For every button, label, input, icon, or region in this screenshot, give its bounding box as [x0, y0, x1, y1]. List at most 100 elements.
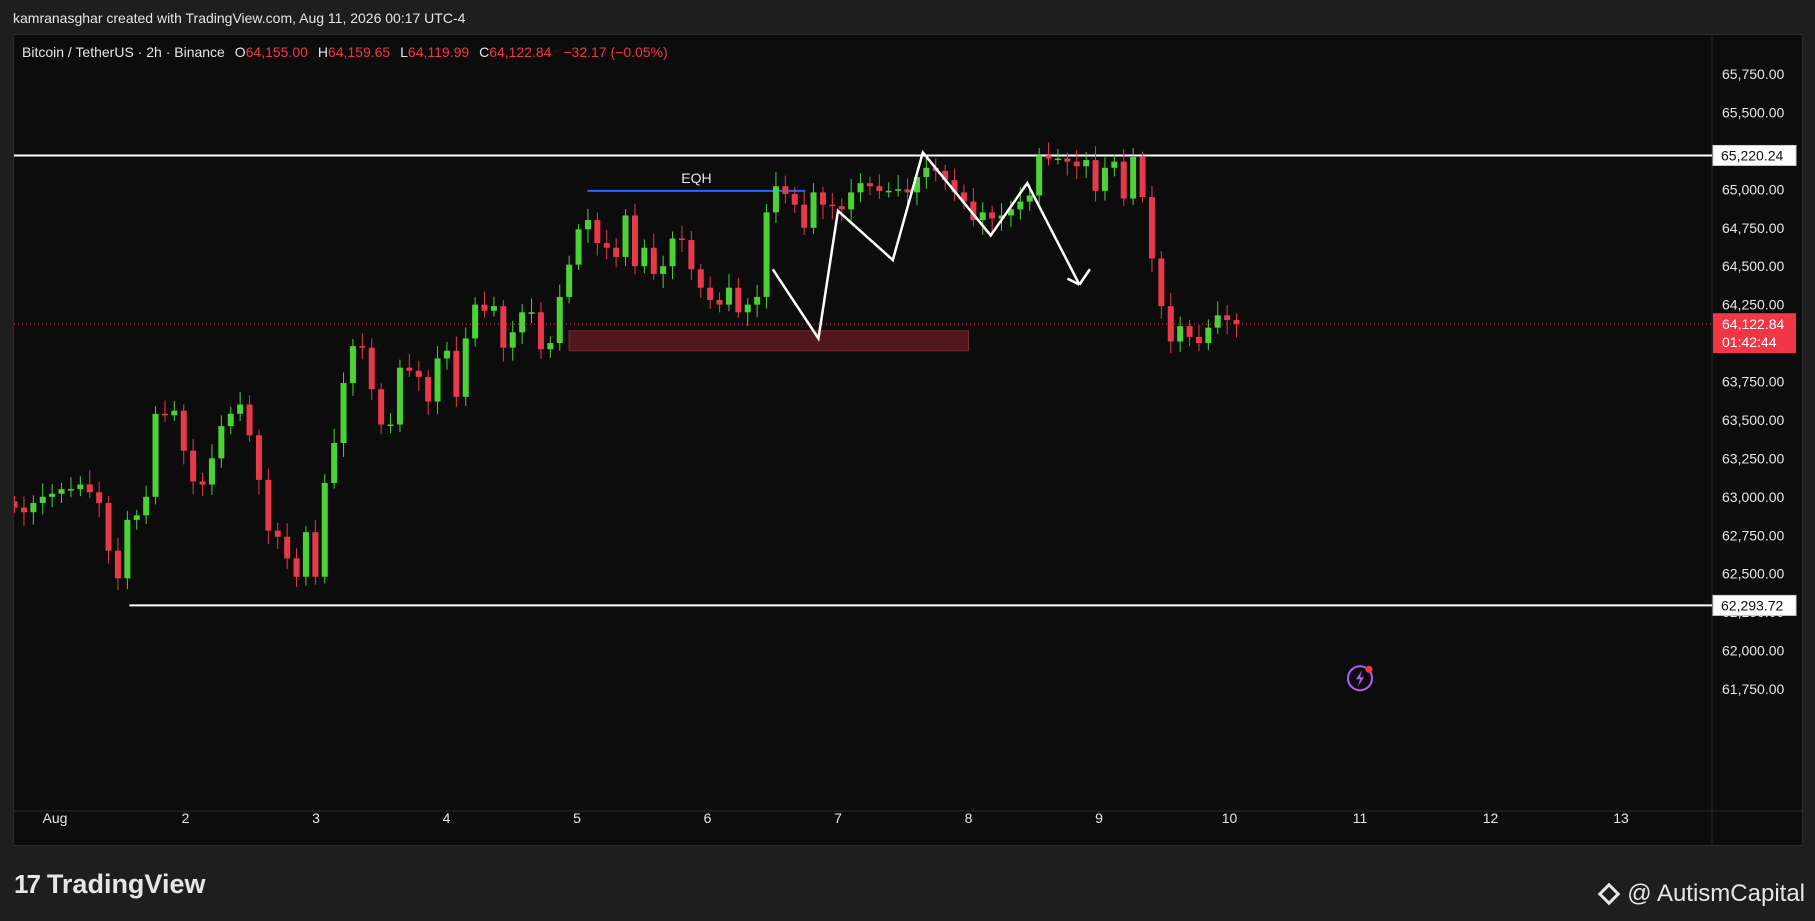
candle[interactable]	[735, 287, 742, 313]
candle[interactable]	[265, 479, 272, 531]
candle[interactable]	[1101, 167, 1108, 191]
candle[interactable]	[340, 383, 347, 443]
candle[interactable]	[1130, 157, 1137, 199]
candle[interactable]	[1148, 197, 1155, 259]
candle[interactable]	[96, 492, 103, 503]
candle[interactable]	[321, 482, 328, 577]
candle[interactable]	[39, 496, 46, 503]
candle[interactable]	[754, 296, 761, 305]
candle[interactable]	[885, 190, 892, 193]
candle[interactable]	[331, 443, 338, 483]
candle[interactable]	[660, 266, 667, 274]
candle[interactable]	[725, 287, 732, 305]
candle[interactable]	[20, 507, 27, 513]
candle[interactable]	[575, 229, 582, 265]
candle[interactable]	[1139, 157, 1146, 197]
candle[interactable]	[378, 389, 385, 425]
candle[interactable]	[782, 186, 789, 194]
candle[interactable]	[359, 346, 366, 348]
candle[interactable]	[979, 212, 986, 221]
candle[interactable]	[1177, 326, 1184, 342]
candle[interactable]	[490, 306, 497, 311]
candle[interactable]	[237, 404, 244, 414]
candle[interactable]	[1036, 155, 1043, 196]
candle[interactable]	[49, 493, 56, 497]
candle[interactable]	[547, 343, 554, 350]
candle[interactable]	[171, 410, 178, 416]
candle[interactable]	[415, 370, 422, 377]
candle[interactable]	[255, 435, 262, 480]
candle[interactable]	[387, 424, 394, 427]
candle[interactable]	[274, 530, 281, 537]
candle[interactable]	[481, 304, 488, 311]
candle[interactable]	[1224, 315, 1231, 320]
candle[interactable]	[519, 312, 526, 333]
candle[interactable]	[707, 287, 714, 301]
candle[interactable]	[603, 243, 610, 248]
candle[interactable]	[866, 183, 873, 187]
candle[interactable]	[819, 192, 826, 205]
candle[interactable]	[133, 515, 140, 520]
candle[interactable]	[246, 404, 253, 436]
candle[interactable]	[14, 501, 18, 508]
candle[interactable]	[1064, 158, 1071, 162]
candle[interactable]	[227, 413, 234, 427]
demand-zone[interactable]	[568, 330, 969, 352]
candle[interactable]	[678, 238, 685, 241]
candle[interactable]	[218, 426, 225, 459]
candle[interactable]	[923, 167, 930, 178]
candle[interactable]	[161, 413, 168, 416]
candle[interactable]	[1026, 195, 1033, 202]
candle[interactable]	[650, 247, 657, 274]
candle[interactable]	[434, 358, 441, 402]
candle[interactable]	[584, 220, 591, 230]
candle[interactable]	[462, 338, 469, 397]
candle[interactable]	[744, 304, 751, 313]
candle[interactable]	[114, 550, 121, 579]
candle[interactable]	[566, 264, 573, 297]
candle[interactable]	[500, 306, 507, 348]
candle[interactable]	[124, 519, 131, 579]
candle[interactable]	[594, 220, 601, 244]
candle[interactable]	[1017, 201, 1024, 210]
candle[interactable]	[537, 312, 544, 350]
candle[interactable]	[848, 192, 855, 210]
candle[interactable]	[857, 183, 864, 193]
candle[interactable]	[989, 212, 996, 219]
candle[interactable]	[1195, 336, 1202, 344]
candle[interactable]	[688, 240, 695, 270]
candle[interactable]	[810, 192, 817, 228]
candle[interactable]	[1233, 320, 1240, 325]
candlestick-chart[interactable]: EQH65,750.0065,500.0065,250.0065,000.006…	[14, 35, 1804, 847]
candle[interactable]	[208, 458, 215, 485]
candle[interactable]	[406, 367, 413, 371]
candle[interactable]	[772, 186, 779, 213]
candle[interactable]	[791, 193, 798, 205]
candle[interactable]	[509, 332, 516, 348]
candle[interactable]	[669, 238, 676, 267]
candle[interactable]	[1045, 155, 1052, 159]
candle[interactable]	[1083, 160, 1090, 167]
candle[interactable]	[631, 215, 638, 267]
candle[interactable]	[1186, 326, 1193, 337]
candle[interactable]	[838, 206, 845, 210]
candle[interactable]	[1158, 258, 1165, 307]
candle[interactable]	[801, 204, 808, 228]
candle[interactable]	[58, 489, 65, 494]
candle[interactable]	[904, 189, 911, 193]
candle[interactable]	[152, 413, 159, 497]
candle[interactable]	[876, 186, 883, 191]
candle[interactable]	[425, 376, 432, 402]
candle[interactable]	[1111, 161, 1118, 168]
candle[interactable]	[284, 536, 291, 559]
tradingview-logo[interactable]: 17 TradingView	[14, 869, 205, 900]
candle[interactable]	[895, 189, 902, 191]
candle[interactable]	[199, 481, 206, 485]
candle[interactable]	[1092, 160, 1099, 191]
candle[interactable]	[613, 247, 620, 257]
candle[interactable]	[312, 532, 319, 577]
candle[interactable]	[697, 269, 704, 288]
candle[interactable]	[77, 484, 84, 490]
candle[interactable]	[67, 489, 74, 491]
candle[interactable]	[349, 346, 356, 384]
